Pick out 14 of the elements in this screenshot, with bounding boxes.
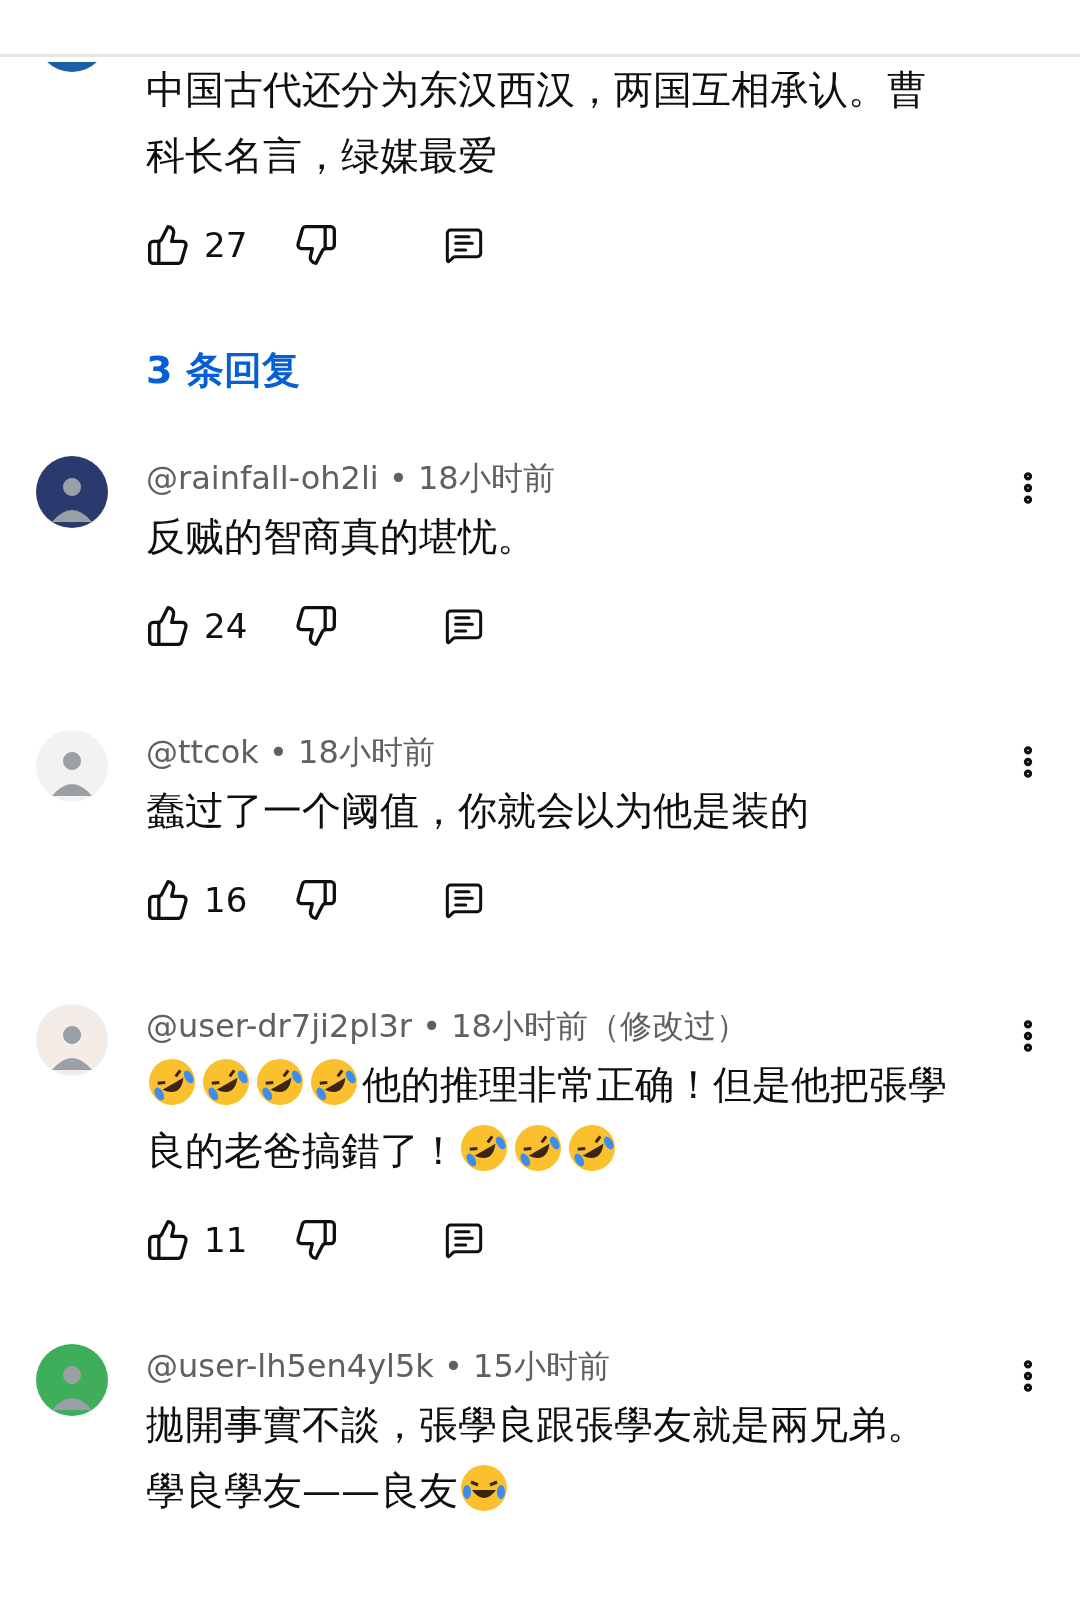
like-count: 24: [204, 606, 249, 646]
comment-text: 蠢过了一个阈值，你就会以为他是装的: [146, 787, 810, 835]
comment-text: 中国古代还分为东汉西汉，两国互相承认。曹科长名言，绿媒最爱: [146, 66, 927, 180]
like-count: 27: [204, 225, 249, 265]
comment-meta: @user-dr7ji2pl3r • 18小时前（修改过）: [146, 1006, 749, 1047]
replies-link[interactable]: 3 条回复: [146, 345, 300, 396]
comment-text: 他的推理非常正确！但是他把張學良的老爸搞錯了！: [146, 1052, 958, 1184]
comment-meta: @ttcok • 18小时前: [146, 732, 436, 773]
comment-text: 反贼的智商真的堪忧。: [146, 513, 537, 561]
like-count: 16: [204, 880, 249, 920]
comment-text: 拋開事實不談，張學良跟張學友就是兩兄弟。學良學友——良友: [146, 1401, 927, 1516]
like-count: 11: [204, 1220, 249, 1260]
comment-meta: @user-lh5en4yl5k • 15小时前: [146, 1346, 611, 1387]
comment-meta: @rainfall-oh2li • 18小时前: [146, 458, 556, 499]
